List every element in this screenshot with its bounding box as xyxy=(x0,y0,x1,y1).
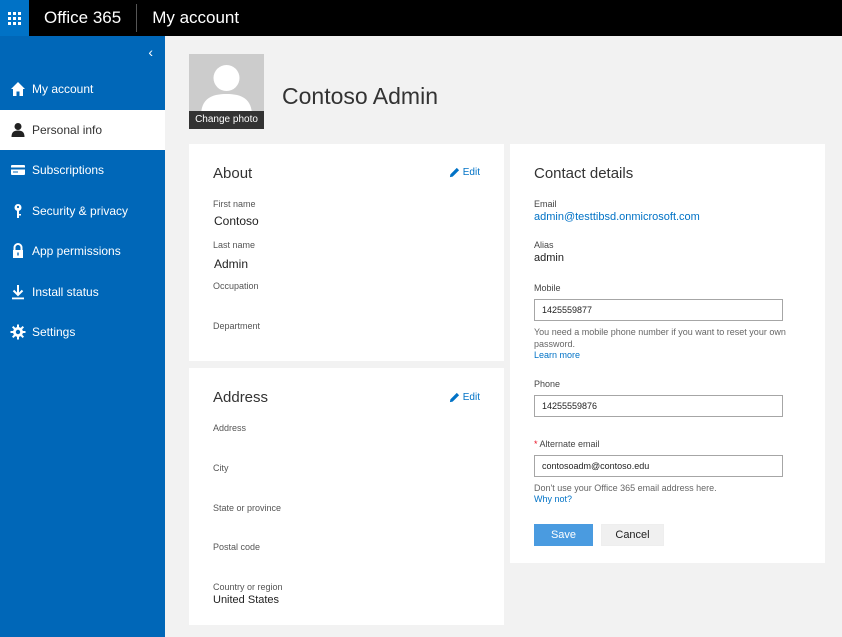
phone-label: Phone xyxy=(534,379,561,389)
last-name-value: Admin xyxy=(214,257,249,271)
sidebar-item-security-privacy[interactable]: Security & privacy xyxy=(0,191,165,232)
sidebar-item-label: Security & privacy xyxy=(32,203,129,218)
country-value: United States xyxy=(213,594,280,606)
app-title: My account xyxy=(152,8,240,27)
phone-input[interactable]: 14255559876 xyxy=(534,395,783,417)
alias-label: Alias xyxy=(534,240,554,250)
edit-label: Edit xyxy=(462,392,480,403)
sidebar-nav: My account Personal info Subscriptions S… xyxy=(0,69,165,353)
card-icon xyxy=(0,162,32,178)
alternate-email-input[interactable]: contosoadm@contoso.edu xyxy=(534,455,783,477)
alternate-email-label: * Alternate email xyxy=(534,439,600,449)
sidebar-item-subscriptions[interactable]: Subscriptions xyxy=(0,150,165,191)
address-label: Address xyxy=(213,423,247,433)
key-icon xyxy=(0,203,32,219)
pencil-icon xyxy=(449,167,459,178)
card-title: Contact details xyxy=(534,165,634,182)
email-link[interactable]: admin@testtibsd.onmicrosoft.com xyxy=(534,211,700,223)
postal-code-label: Postal code xyxy=(213,542,261,552)
alternate-email-help-text: Don't use your Office 365 email address … xyxy=(534,483,717,493)
about-edit-button[interactable]: Edit xyxy=(449,167,480,178)
card-title: About xyxy=(213,165,253,182)
last-name-label: Last name xyxy=(213,240,256,250)
mobile-input[interactable]: 1425559877 xyxy=(534,299,783,321)
download-icon xyxy=(0,284,32,300)
country-label: Country or region xyxy=(213,582,283,592)
first-name-label: First name xyxy=(213,199,256,209)
required-marker: * xyxy=(534,439,538,449)
occupation-label: Occupation xyxy=(213,281,259,291)
sidebar-item-personal-info[interactable]: Personal info xyxy=(0,109,165,150)
mobile-help-text: You need a mobile phone number if you wa… xyxy=(534,327,786,349)
lock-icon xyxy=(0,243,32,259)
app-launcher-button[interactable] xyxy=(0,0,29,36)
address-card: Address Edit Address City State or provi… xyxy=(189,368,504,625)
sidebar-item-install-status[interactable]: Install status xyxy=(0,272,165,313)
save-button[interactable]: Save xyxy=(534,524,593,546)
brand-link[interactable]: Office 365 xyxy=(29,0,136,36)
address-edit-button[interactable]: Edit xyxy=(449,392,480,403)
person-icon xyxy=(0,122,32,138)
cancel-button[interactable]: Cancel xyxy=(601,524,664,546)
why-not-link[interactable]: Why not? xyxy=(534,494,572,504)
waffle-icon xyxy=(8,11,21,25)
state-label: State or province xyxy=(213,503,282,513)
pencil-icon xyxy=(449,392,459,403)
change-photo-link[interactable]: Change photo xyxy=(189,111,264,129)
sidebar-item-settings[interactable]: Settings xyxy=(0,312,165,353)
alternate-email-label-text: Alternate email xyxy=(539,439,600,449)
sidebar-item-label: Personal info xyxy=(32,122,103,137)
first-name-value: Contoso xyxy=(214,214,259,228)
sidebar: ‹ My account Personal info Subscriptions… xyxy=(0,36,165,637)
home-icon xyxy=(0,81,32,97)
city-label: City xyxy=(213,463,229,473)
email-label: Email xyxy=(534,199,557,209)
avatar[interactable]: Change photo xyxy=(189,54,264,129)
sidebar-item-label: Install status xyxy=(32,284,99,299)
gear-icon xyxy=(0,324,32,340)
department-label: Department xyxy=(213,321,261,331)
alias-value: admin xyxy=(534,252,564,264)
sidebar-item-label: App permissions xyxy=(32,244,121,259)
sidebar-item-my-account[interactable]: My account xyxy=(0,69,165,110)
sidebar-item-label: My account xyxy=(32,82,94,97)
mobile-label: Mobile xyxy=(534,283,561,293)
sidebar-item-app-permissions[interactable]: App permissions xyxy=(0,231,165,272)
learn-more-link[interactable]: Learn more xyxy=(534,350,580,360)
collapse-chevron-icon[interactable]: ‹ xyxy=(148,44,153,60)
top-bar: Office 365 My account xyxy=(0,0,842,36)
contact-details-card: Contact details Email admin@testtibsd.on… xyxy=(510,144,825,563)
card-title: Address xyxy=(213,389,269,406)
edit-label: Edit xyxy=(462,167,480,178)
sidebar-item-label: Subscriptions xyxy=(32,163,105,178)
profile-name: Contoso Admin xyxy=(282,83,438,109)
about-card: About Edit First name Contoso Last name … xyxy=(189,144,504,361)
sidebar-item-label: Settings xyxy=(32,325,76,340)
